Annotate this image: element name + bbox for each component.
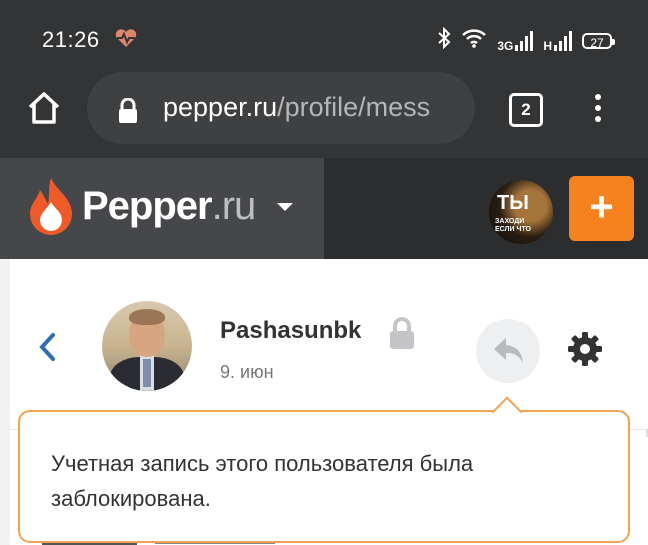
sim1-network-type: 3G xyxy=(497,38,514,53)
sim2-network-type: H xyxy=(543,38,552,53)
reply-button[interactable] xyxy=(476,319,540,383)
back-chevron-icon[interactable] xyxy=(36,331,58,368)
brand-menu[interactable]: Pepper.ru xyxy=(0,158,324,259)
browser-toolbar: pepper.ru/profile/mess 2 xyxy=(0,70,648,158)
url-text: pepper.ru/profile/mess xyxy=(163,92,430,123)
home-icon[interactable] xyxy=(24,88,64,128)
address-bar[interactable]: pepper.ru/profile/mess xyxy=(87,72,475,144)
url-path: /profile/mess xyxy=(277,92,431,122)
more-menu-icon[interactable] xyxy=(586,90,610,130)
site-header: Pepper.ru ТЫ ЗАХОДИ ЕСЛИ ЧТО + xyxy=(0,158,648,259)
url-host: pepper.ru xyxy=(163,92,278,122)
gear-icon[interactable] xyxy=(566,330,604,373)
brand-logo-text: Pepper.ru xyxy=(82,184,257,229)
profile-avatar[interactable] xyxy=(102,301,192,391)
status-time: 21:26 xyxy=(42,27,100,52)
heart-pulse-icon xyxy=(114,28,138,53)
blocked-account-tooltip: Учетная запись этого пользователя была з… xyxy=(18,396,630,543)
new-post-button[interactable]: + xyxy=(569,176,634,241)
lock-icon xyxy=(388,317,416,354)
sim1-signal-icon: 3G xyxy=(497,30,534,53)
brand-tld: .ru xyxy=(211,184,257,228)
brand-name: Pepper xyxy=(82,184,213,228)
tab-switcher-button[interactable]: 2 xyxy=(509,93,543,127)
status-bar: 21:26 3G H 27 xyxy=(0,0,648,70)
status-icons: 3G H 27 xyxy=(437,26,615,54)
conversation-date: 9. июн xyxy=(220,362,274,382)
tooltip-message: Учетная запись этого пользователя была з… xyxy=(51,451,474,511)
user-avatar[interactable]: ТЫ ЗАХОДИ ЕСЛИ ЧТО xyxy=(489,180,553,244)
bluetooth-icon xyxy=(437,26,451,54)
lock-icon xyxy=(117,97,139,129)
chevron-down-icon xyxy=(277,203,293,211)
battery-icon: 27 xyxy=(582,32,615,50)
wifi-icon xyxy=(461,28,487,53)
reply-icon xyxy=(494,338,523,363)
profile-username[interactable]: Pashasunbk xyxy=(220,317,361,345)
pepper-flame-icon xyxy=(26,176,76,241)
sim2-signal-icon: H xyxy=(543,30,572,53)
